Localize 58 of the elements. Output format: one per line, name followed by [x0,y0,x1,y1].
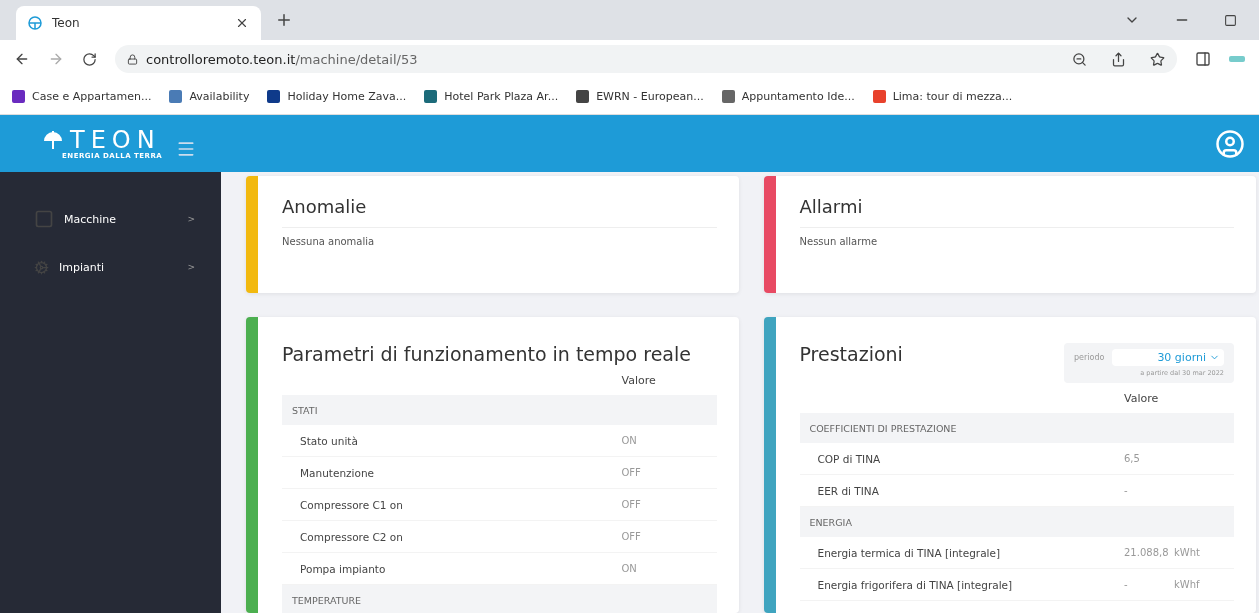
close-icon[interactable] [235,16,249,30]
performance-value: - [1124,579,1129,590]
address-bar[interactable]: controlloremoto.teon.it/machine/detail/53 [115,45,1177,73]
bookmark[interactable]: Appuntamento Ide... [721,89,855,103]
column-header: Valore [1124,391,1160,405]
parameter-value: ON [621,435,638,446]
card-title: Prestazioni [799,343,903,365]
reload-icon[interactable] [82,51,97,67]
parameter-label: Compressore C2 on [300,530,404,543]
section-header: COEFFICIENTI DI PRESTAZIONE [799,413,1234,443]
parameter-value: OFF [621,531,642,542]
bookmark[interactable]: Hotel Park Plaza Ar... [424,89,559,103]
zoom-out-icon[interactable] [1072,51,1087,67]
performance-value: - [1124,485,1129,496]
performance-label: EER di TINA [817,484,880,497]
lock-icon [127,53,138,65]
section-header: TEMPERATURE [282,585,717,613]
bookmark[interactable]: Lima: tour di mezza... [872,89,1013,103]
column-header: Valore [621,373,657,387]
star-icon[interactable] [1150,51,1165,67]
section-header: ENERGIA [799,507,1234,537]
performance-value: 6,5 [1124,453,1141,464]
bookmark[interactable]: EWRN - European... [576,89,704,103]
side-panel-icon[interactable] [1195,51,1211,67]
maximize-icon[interactable] [1224,12,1237,28]
performance-label: Energia frigorifera di TINA [integrale] [817,578,1014,591]
performance-label: COP di TINA [817,452,882,465]
card-title: Allarmi [799,196,1234,228]
user-avatar-icon[interactable] [1215,128,1245,159]
unit-label: kWht [1174,547,1201,558]
card-message: Nessun allarme [799,235,879,247]
parameter-value: OFF [621,499,642,510]
parameter-value: OFF [621,467,642,478]
parameter-value: ON [621,563,638,574]
performance-value: 21.088,8 [1124,547,1170,558]
sidebar-item[interactable]: Impianti > [0,250,221,284]
card-message: Nessuna anomalia [282,235,376,247]
parameter-label: Manutenzione [300,466,375,479]
parameter-label: Stato unità [300,434,359,447]
back-icon[interactable] [14,51,30,67]
bookmark[interactable]: Availability [169,89,250,103]
bookmark[interactable]: Holiday Home Zava... [267,89,407,103]
parameter-label: Compressore C1 on [300,498,404,511]
share-icon[interactable] [1111,51,1126,67]
unit-label: kWhf [1174,579,1201,590]
performance-label: Energia termica di TINA [integrale] [817,546,1002,559]
chevron-icon: > [187,214,195,224]
browser-tab[interactable]: Teon [16,6,261,40]
section-header: STATI [282,395,717,425]
bookmark[interactable]: Case e Appartamen... [12,89,152,103]
sidebar-item[interactable]: Macchine > [0,202,221,236]
card-title: Parametri di funzionamento in tempo reale [282,343,692,365]
chevron-icon: > [187,262,195,272]
url-text: controlloremoto.teon.it/machine/detail/53 [146,51,418,67]
card-title: Anomalie [282,196,717,228]
period-label: periodo [1074,353,1105,362]
plus-icon[interactable] [275,11,293,29]
parameter-label: Pompa impianto [300,562,387,575]
